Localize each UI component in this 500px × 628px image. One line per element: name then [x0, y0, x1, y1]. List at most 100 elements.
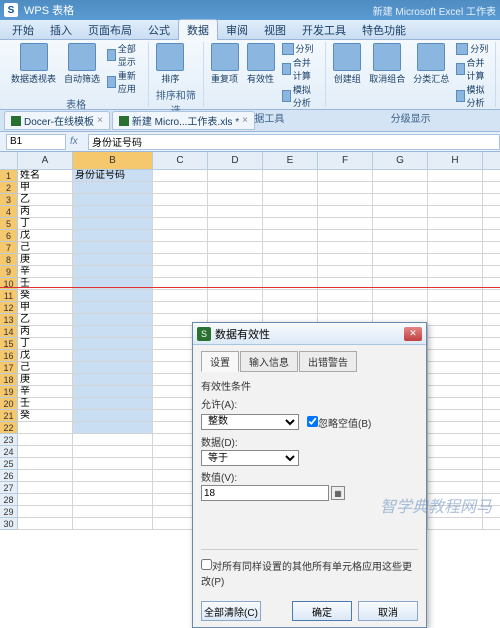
- row-header[interactable]: 1: [0, 170, 18, 182]
- clear-all-button[interactable]: 全部清除(C): [201, 601, 261, 621]
- cell[interactable]: [373, 194, 428, 206]
- cell[interactable]: [263, 230, 318, 242]
- cell[interactable]: 己: [18, 242, 73, 254]
- dialog-titlebar[interactable]: S 数据有效性 ✕: [193, 323, 426, 345]
- cell[interactable]: [18, 506, 73, 518]
- cell[interactable]: [153, 278, 208, 290]
- cell[interactable]: [483, 506, 500, 518]
- cell[interactable]: [483, 482, 500, 494]
- cell[interactable]: [18, 482, 73, 494]
- cell[interactable]: [73, 230, 153, 242]
- cell[interactable]: [208, 182, 263, 194]
- cell[interactable]: [483, 434, 500, 446]
- cell[interactable]: [318, 242, 373, 254]
- ribbon-button[interactable]: 自动筛选: [61, 42, 103, 86]
- dialog-tab-1[interactable]: 输入信息: [240, 351, 298, 372]
- menu-tab-数据[interactable]: 数据: [178, 19, 218, 40]
- cell[interactable]: 庚: [18, 374, 73, 386]
- cell[interactable]: [428, 338, 483, 350]
- ribbon-button[interactable]: 重复项: [208, 42, 242, 86]
- cell[interactable]: [263, 170, 318, 182]
- row-header[interactable]: 5: [0, 218, 18, 230]
- cell[interactable]: [208, 302, 263, 314]
- cell[interactable]: 戊: [18, 230, 73, 242]
- col-header-A[interactable]: A: [18, 152, 73, 170]
- cell[interactable]: 戊: [18, 350, 73, 362]
- ribbon-button[interactable]: 排序: [153, 42, 187, 86]
- row-header[interactable]: 30: [0, 518, 18, 530]
- menu-tab-插入[interactable]: 插入: [42, 20, 80, 40]
- cell[interactable]: [428, 398, 483, 410]
- cell[interactable]: [428, 458, 483, 470]
- cell[interactable]: [483, 254, 500, 266]
- row-header[interactable]: 6: [0, 230, 18, 242]
- cell[interactable]: [318, 182, 373, 194]
- row-header[interactable]: 14: [0, 326, 18, 338]
- cell[interactable]: [428, 266, 483, 278]
- cell[interactable]: [153, 266, 208, 278]
- cell[interactable]: [73, 218, 153, 230]
- cell[interactable]: [73, 350, 153, 362]
- cell[interactable]: [428, 386, 483, 398]
- row-header[interactable]: 28: [0, 494, 18, 506]
- ribbon-button[interactable]: 数据透视表: [8, 42, 59, 86]
- cell[interactable]: [73, 278, 153, 290]
- cell[interactable]: [318, 206, 373, 218]
- cell[interactable]: [263, 254, 318, 266]
- cell[interactable]: [428, 434, 483, 446]
- cell[interactable]: [73, 290, 153, 302]
- cell[interactable]: [208, 290, 263, 302]
- cell[interactable]: [318, 278, 373, 290]
- cell[interactable]: [18, 434, 73, 446]
- cell[interactable]: [483, 470, 500, 482]
- menu-tab-审阅[interactable]: 审阅: [218, 20, 256, 40]
- row-header[interactable]: 17: [0, 362, 18, 374]
- cell[interactable]: [73, 338, 153, 350]
- cell[interactable]: 庚: [18, 254, 73, 266]
- ribbon-mini-button[interactable]: 模拟分析: [454, 83, 491, 109]
- dialog-tab-0[interactable]: 设置: [201, 351, 239, 372]
- row-header[interactable]: 9: [0, 266, 18, 278]
- cell[interactable]: [483, 242, 500, 254]
- cell[interactable]: 丁: [18, 218, 73, 230]
- cancel-button[interactable]: 取消: [358, 601, 418, 621]
- ribbon-button[interactable]: 取消组合: [366, 42, 408, 86]
- cell[interactable]: [73, 374, 153, 386]
- cell[interactable]: 丙: [18, 326, 73, 338]
- row-header[interactable]: 10: [0, 278, 18, 290]
- row-header[interactable]: 23: [0, 434, 18, 446]
- col-header-I[interactable]: I: [483, 152, 500, 170]
- ribbon-mini-button[interactable]: 合并计算: [280, 56, 322, 82]
- row-header[interactable]: 2: [0, 182, 18, 194]
- cell[interactable]: [318, 290, 373, 302]
- cell[interactable]: [73, 398, 153, 410]
- col-header-H[interactable]: H: [428, 152, 483, 170]
- cell[interactable]: [373, 218, 428, 230]
- cell[interactable]: 甲: [18, 302, 73, 314]
- cell[interactable]: [208, 266, 263, 278]
- cell[interactable]: [18, 446, 73, 458]
- cell[interactable]: [483, 218, 500, 230]
- cell[interactable]: [153, 206, 208, 218]
- cell[interactable]: [73, 518, 153, 530]
- row-header[interactable]: 13: [0, 314, 18, 326]
- cell[interactable]: [263, 206, 318, 218]
- cell[interactable]: [153, 218, 208, 230]
- col-header-E[interactable]: E: [263, 152, 318, 170]
- cell[interactable]: [373, 182, 428, 194]
- cell[interactable]: 癸: [18, 410, 73, 422]
- cell[interactable]: [428, 254, 483, 266]
- ribbon-button[interactable]: 有效性: [244, 42, 278, 86]
- cell[interactable]: [153, 290, 208, 302]
- cell[interactable]: [73, 314, 153, 326]
- cell[interactable]: [483, 278, 500, 290]
- cell[interactable]: [483, 290, 500, 302]
- cell[interactable]: 甲: [18, 182, 73, 194]
- col-header-F[interactable]: F: [318, 152, 373, 170]
- cell[interactable]: [73, 446, 153, 458]
- cell[interactable]: [428, 518, 483, 530]
- cell[interactable]: 辛: [18, 266, 73, 278]
- cell[interactable]: 乙: [18, 194, 73, 206]
- cell[interactable]: [428, 194, 483, 206]
- range-picker-icon[interactable]: ▦: [331, 486, 345, 500]
